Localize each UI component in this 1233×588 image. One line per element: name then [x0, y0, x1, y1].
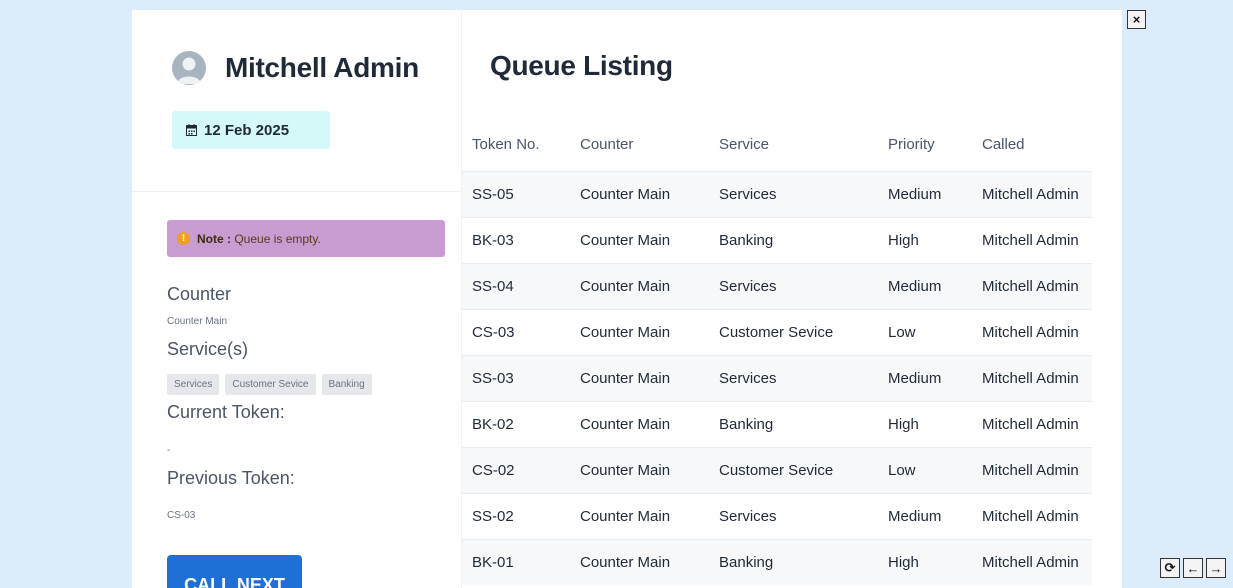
table-row[interactable]: CS-03 Counter Main Customer Sevice Low M…: [462, 308, 1092, 355]
service-chip: Services: [167, 374, 220, 395]
token-cell: SS-03: [462, 354, 570, 401]
priority-cell: High: [878, 538, 972, 585]
table-row[interactable]: BK-03 Counter Main Banking High Mitchell…: [462, 216, 1092, 263]
priority-cell: Medium: [878, 262, 972, 309]
counter-cell: Counter Main: [570, 538, 709, 585]
arrow-left-icon[interactable]: ←: [1183, 558, 1203, 578]
priority-cell: Medium: [878, 354, 972, 401]
counter-cell: Counter Main: [570, 262, 709, 309]
token-cell: SS-05: [462, 170, 570, 217]
call-next-button[interactable]: CALL NEXT: [167, 555, 302, 588]
called-cell: Mitchell Admin: [972, 262, 1092, 309]
close-icon[interactable]: ×: [1127, 10, 1146, 29]
service-cell: Banking: [709, 400, 878, 447]
previous-token-value: CS-03: [167, 510, 196, 521]
table-row[interactable]: SS-03 Counter Main Services Medium Mitch…: [462, 354, 1092, 401]
priority-cell: High: [878, 400, 972, 447]
current-date: 12 Feb 2025: [204, 121, 290, 139]
priority-cell: Medium: [878, 170, 972, 217]
table-header-row: Token No. Counter Service Priority Calle…: [462, 118, 1092, 171]
current-token-label: Current Token:: [167, 402, 285, 422]
note-label: Note :: [197, 231, 231, 246]
service-cell: Banking: [709, 538, 878, 585]
note-message: Note : Queue is empty.: [197, 232, 321, 246]
service-cell: Services: [709, 354, 878, 401]
window-nav-controls: ⟳ ← →: [1160, 558, 1226, 578]
user-avatar-icon: [172, 51, 206, 85]
called-cell: Mitchell Admin: [972, 170, 1092, 217]
token-cell: BK-03: [462, 216, 570, 263]
table-row[interactable]: BK-01 Counter Main Banking High Mitchell…: [462, 538, 1092, 585]
date-badge: 12 Feb 2025: [172, 111, 330, 149]
called-cell: Mitchell Admin: [972, 492, 1092, 539]
counter-cell: Counter Main: [570, 492, 709, 539]
called-cell: Mitchell Admin: [972, 354, 1092, 401]
note-alert: ! Note : Queue is empty.: [167, 220, 445, 257]
priority-cell: High: [878, 216, 972, 263]
service-cell: Banking: [709, 216, 878, 263]
called-cell: Mitchell Admin: [972, 400, 1092, 447]
counter-value: Counter Main: [167, 316, 228, 327]
column-header-called: Called: [982, 135, 1025, 153]
token-cell: BK-01: [462, 538, 570, 585]
table-row[interactable]: SS-04 Counter Main Services Medium Mitch…: [462, 262, 1092, 309]
current-token-value: -: [167, 445, 171, 456]
refresh-icon[interactable]: ⟳: [1160, 558, 1180, 578]
table-row[interactable]: SS-05 Counter Main Services Medium Mitch…: [462, 170, 1092, 217]
counter-panel: Mitchell Admin 12 Feb 2025 ! Note : Queu…: [132, 10, 462, 588]
counter-cell: Counter Main: [570, 446, 709, 493]
service-cell: Customer Sevice: [709, 308, 878, 355]
called-cell: Mitchell Admin: [972, 446, 1092, 493]
called-cell: Mitchell Admin: [972, 538, 1092, 585]
counter-cell: Counter Main: [570, 354, 709, 401]
counter-label: Counter: [167, 284, 232, 304]
service-cell: Services: [709, 262, 878, 309]
warning-icon: !: [177, 232, 190, 245]
calendar-icon: [186, 124, 197, 136]
table-row[interactable]: CS-02 Counter Main Customer Sevice Low M…: [462, 446, 1092, 493]
page-title: Queue Listing: [490, 50, 673, 81]
table-row[interactable]: BK-02 Counter Main Banking High Mitchell…: [462, 400, 1092, 447]
column-header-counter: Counter: [580, 135, 634, 153]
queue-listing-panel: Queue Listing Token No. Counter Service …: [462, 10, 1122, 588]
token-cell: SS-04: [462, 262, 570, 309]
priority-cell: Low: [878, 308, 972, 355]
token-cell: SS-02: [462, 492, 570, 539]
service-chip: Customer Sevice: [225, 374, 316, 395]
priority-cell: Medium: [878, 492, 972, 539]
queue-table: Token No. Counter Service Priority Calle…: [462, 118, 1092, 585]
note-text: Queue is empty.: [234, 231, 321, 246]
service-cell: Services: [709, 492, 878, 539]
table-row[interactable]: SS-02 Counter Main Services Medium Mitch…: [462, 492, 1092, 539]
service-chips: Services Customer Sevice Banking: [167, 374, 372, 395]
token-cell: CS-02: [462, 446, 570, 493]
counter-cell: Counter Main: [570, 170, 709, 217]
user-name: Mitchell Admin: [225, 52, 419, 83]
token-cell: BK-02: [462, 400, 570, 447]
priority-cell: Low: [878, 446, 972, 493]
column-header-token: Token No.: [472, 135, 540, 153]
column-header-priority: Priority: [888, 135, 935, 153]
token-cell: CS-03: [462, 308, 570, 355]
service-cell: Customer Sevice: [709, 446, 878, 493]
counter-cell: Counter Main: [570, 400, 709, 447]
arrow-right-icon[interactable]: →: [1206, 558, 1226, 578]
counter-cell: Counter Main: [570, 308, 709, 355]
divider: [132, 191, 462, 192]
counter-cell: Counter Main: [570, 216, 709, 263]
previous-token-label: Previous Token:: [167, 468, 295, 488]
called-cell: Mitchell Admin: [972, 216, 1092, 263]
services-label: Service(s): [167, 339, 249, 359]
column-header-service: Service: [719, 135, 770, 153]
queue-modal: Mitchell Admin 12 Feb 2025 ! Note : Queu…: [132, 10, 1122, 588]
service-chip: Banking: [321, 374, 372, 395]
service-cell: Services: [709, 170, 878, 217]
called-cell: Mitchell Admin: [972, 308, 1092, 355]
